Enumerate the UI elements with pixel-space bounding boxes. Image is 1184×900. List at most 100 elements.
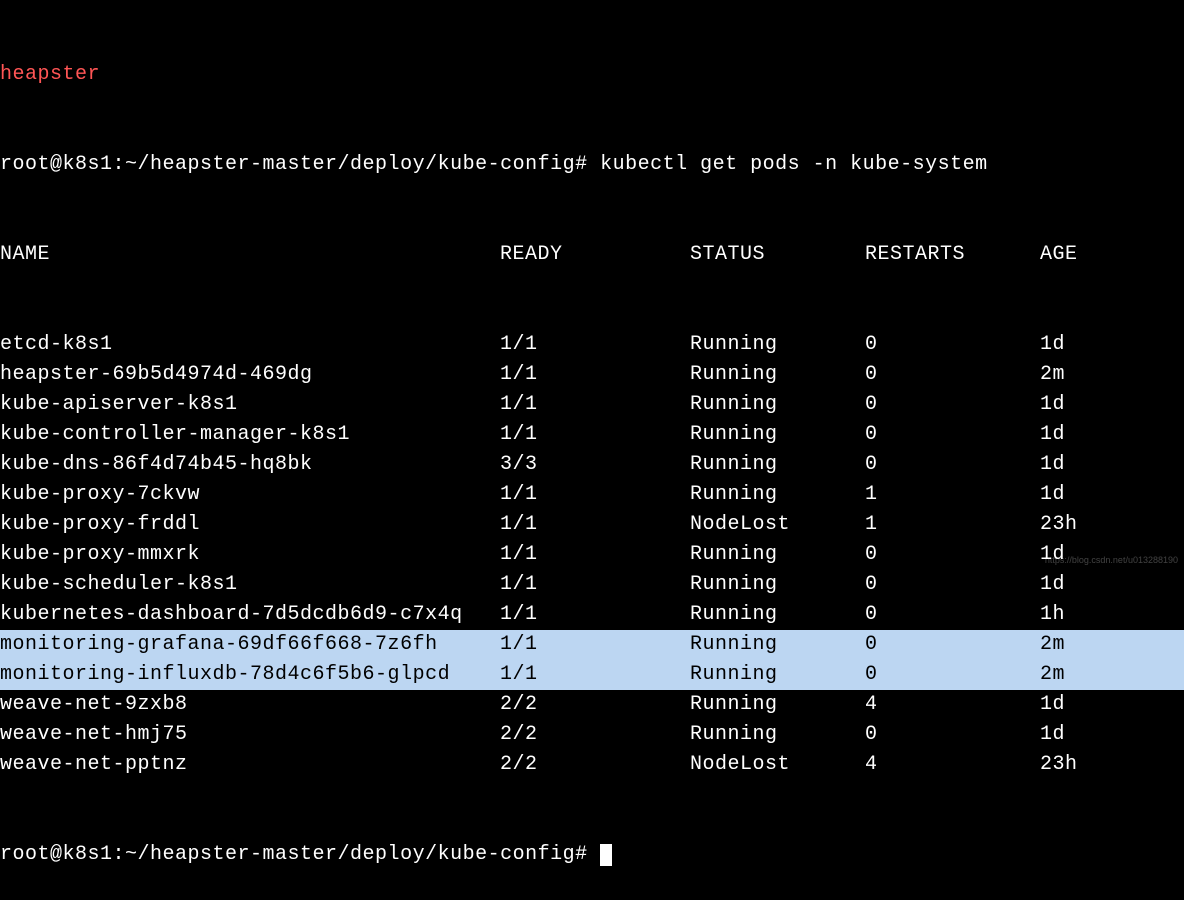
cell-ready: 1/1 [500,480,690,510]
table-row: kube-proxy-frddl1/1NodeLost123h [0,510,1184,540]
cell-age: 1d [1040,330,1170,360]
cell-name: kube-proxy-mmxrk [0,540,500,570]
cell-restarts: 0 [865,630,1040,660]
cell-status: Running [690,720,865,750]
cell-restarts: 0 [865,390,1040,420]
cell-status: Running [690,450,865,480]
table-header-row: NAME READY STATUS RESTARTS AGE [0,240,1184,270]
cell-ready: 1/1 [500,510,690,540]
cell-status: NodeLost [690,750,865,780]
cell-ready: 1/1 [500,600,690,630]
table-row: kube-controller-manager-k8s11/1Running01… [0,420,1184,450]
table-row: kubernetes-dashboard-7d5dcdb6d9-c7x4q1/1… [0,600,1184,630]
cell-name: weave-net-pptnz [0,750,500,780]
cell-name: etcd-k8s1 [0,330,500,360]
cell-ready: 3/3 [500,450,690,480]
watermark-text: https://blog.csdn.net/u013288190 [1045,554,1178,568]
command-line: root@k8s1:~/heapster-master/deploy/kube-… [0,150,1184,180]
table-row: kube-dns-86f4d74b45-hq8bk3/3Running01d [0,450,1184,480]
terminal-output[interactable]: heapster root@k8s1:~/heapster-master/dep… [0,0,1184,900]
cell-status: Running [690,360,865,390]
next-prompt-line: root@k8s1:~/heapster-master/deploy/kube-… [0,840,1184,870]
col-ready: READY [500,240,690,270]
cell-age: 23h [1040,510,1170,540]
table-row: kube-proxy-7ckvw1/1Running11d [0,480,1184,510]
cell-ready: 1/1 [500,420,690,450]
cell-restarts: 0 [865,660,1040,690]
table-row: heapster-69b5d4974d-469dg1/1Running02m [0,360,1184,390]
cell-restarts: 0 [865,570,1040,600]
cell-ready: 2/2 [500,720,690,750]
cell-restarts: 1 [865,480,1040,510]
cell-name: heapster-69b5d4974d-469dg [0,360,500,390]
cell-age: 2m [1040,630,1170,660]
cell-name: kube-proxy-frddl [0,510,500,540]
cell-age: 1d [1040,450,1170,480]
cell-age: 1d [1040,390,1170,420]
table-row: monitoring-grafana-69df66f668-7z6fh1/1Ru… [0,630,1184,660]
cell-name: kubernetes-dashboard-7d5dcdb6d9-c7x4q [0,600,500,630]
cell-ready: 1/1 [500,330,690,360]
cell-status: Running [690,540,865,570]
cell-ready: 1/1 [500,570,690,600]
col-restarts: RESTARTS [865,240,1040,270]
col-name: NAME [0,240,500,270]
cell-restarts: 0 [865,540,1040,570]
cell-ready: 1/1 [500,630,690,660]
table-row: weave-net-pptnz2/2NodeLost423h [0,750,1184,780]
table-row: kube-proxy-mmxrk1/1Running01d [0,540,1184,570]
cell-name: monitoring-grafana-69df66f668-7z6fh [0,630,500,660]
table-row: etcd-k8s11/1Running01d [0,330,1184,360]
table-row: monitoring-influxdb-78d4c6f5b6-glpcd1/1R… [0,660,1184,690]
cell-age: 1d [1040,690,1170,720]
cell-status: Running [690,600,865,630]
table-row: weave-net-9zxb82/2Running41d [0,690,1184,720]
cell-ready: 2/2 [500,690,690,720]
cell-name: weave-net-9zxb8 [0,690,500,720]
cell-status: Running [690,660,865,690]
shell-prompt: root@k8s1:~/heapster-master/deploy/kube-… [0,843,588,866]
cell-restarts: 0 [865,720,1040,750]
cell-name: kube-controller-manager-k8s1 [0,420,500,450]
cell-status: Running [690,630,865,660]
cell-restarts: 4 [865,690,1040,720]
cell-age: 2m [1040,360,1170,390]
cell-status: Running [690,480,865,510]
cell-ready: 1/1 [500,540,690,570]
shell-prompt: root@k8s1:~/heapster-master/deploy/kube-… [0,153,588,176]
table-row: weave-net-hmj752/2Running01d [0,720,1184,750]
cell-restarts: 0 [865,420,1040,450]
cell-age: 23h [1040,750,1170,780]
cell-status: Running [690,570,865,600]
cell-name: monitoring-influxdb-78d4c6f5b6-glpcd [0,660,500,690]
cell-ready: 2/2 [500,750,690,780]
cell-age: 1h [1040,600,1170,630]
cell-status: Running [690,390,865,420]
cell-name: weave-net-hmj75 [0,720,500,750]
cell-restarts: 1 [865,510,1040,540]
partial-previous-line: heapster [0,60,1184,90]
cell-name: kube-scheduler-k8s1 [0,570,500,600]
table-row: kube-apiserver-k8s11/1Running01d [0,390,1184,420]
cell-age: 1d [1040,480,1170,510]
cell-ready: 1/1 [500,660,690,690]
cell-ready: 1/1 [500,390,690,420]
cell-age: 1d [1040,720,1170,750]
cell-status: Running [690,420,865,450]
entered-command: kubectl get pods -n kube-system [600,153,988,176]
cell-status: Running [690,690,865,720]
cell-ready: 1/1 [500,360,690,390]
cell-name: kube-dns-86f4d74b45-hq8bk [0,450,500,480]
cell-restarts: 0 [865,330,1040,360]
cell-name: kube-apiserver-k8s1 [0,390,500,420]
col-status: STATUS [690,240,865,270]
cell-age: 1d [1040,570,1170,600]
prev-name-frag: heapster [0,63,100,86]
cell-restarts: 0 [865,450,1040,480]
cell-age: 1d [1040,420,1170,450]
cell-status: NodeLost [690,510,865,540]
cell-restarts: 4 [865,750,1040,780]
col-age: AGE [1040,240,1170,270]
cell-name: kube-proxy-7ckvw [0,480,500,510]
cell-restarts: 0 [865,600,1040,630]
